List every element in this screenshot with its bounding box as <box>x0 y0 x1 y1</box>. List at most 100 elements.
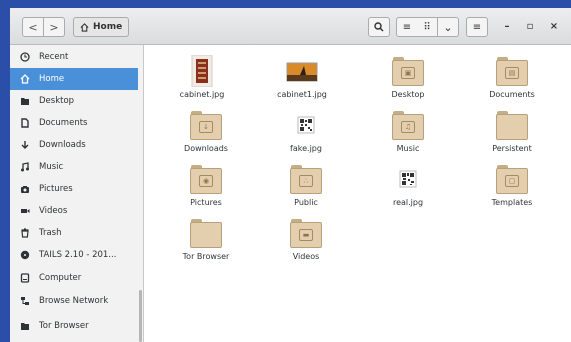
chevron-down-icon: ⌄ <box>443 20 453 34</box>
sidebar-item-label: Recent <box>39 52 69 62</box>
header-bar: < > Home ≡ ⠿ ⌄ ≡ – ▫ × <box>10 8 571 45</box>
navigation-buttons: < > <box>22 17 65 37</box>
desktop-icon <box>19 95 31 107</box>
folder-icon: ▣ <box>392 55 424 87</box>
file-item-videos-folder[interactable]: ▬ Videos <box>256 217 356 269</box>
close-button[interactable]: × <box>547 19 561 33</box>
file-item-cabinet1-jpg[interactable]: cabinet1.jpg <box>252 55 352 107</box>
app-menu-button[interactable]: ≡ <box>466 17 488 37</box>
places-sidebar: Recent Home Desktop Documents Downloads … <box>10 45 144 342</box>
file-name: Persistent <box>492 144 532 153</box>
folder-icon: ◉ <box>190 163 222 195</box>
search-button[interactable] <box>368 17 390 37</box>
download-icon <box>19 139 31 151</box>
file-item-pictures-folder[interactable]: ◉ Pictures <box>156 163 256 215</box>
file-item-documents-folder[interactable]: ▤ Documents <box>462 55 562 107</box>
network-icon <box>19 295 31 307</box>
sidebar-item-label: Music <box>39 162 64 172</box>
qr-code-thumbnail-icon <box>290 109 322 141</box>
file-item-persistent-folder[interactable]: Persistent <box>462 109 562 161</box>
sidebar-item-label: Browse Network <box>39 296 109 306</box>
file-item-real-jpg[interactable]: real.jpg <box>358 163 458 215</box>
hamburger-menu-icon: ≡ <box>472 21 482 33</box>
sidebar-item-pictures[interactable]: Pictures <box>10 178 138 200</box>
sidebar-item-label: Videos <box>39 206 68 216</box>
sidebar-item-label: Downloads <box>39 140 86 150</box>
back-button[interactable]: < <box>22 17 44 37</box>
sidebar-item-videos[interactable]: Videos <box>10 200 138 222</box>
image-thumbnail-icon <box>286 55 318 87</box>
folder-icon: ♫ <box>392 109 424 141</box>
folder-icon: ▤ <box>496 55 528 87</box>
sidebar-item-label: Trash <box>39 228 62 238</box>
folder-icon: ▢ <box>496 163 528 195</box>
file-item-desktop-folder[interactable]: ▣ Desktop <box>358 55 458 107</box>
sidebar-item-downloads[interactable]: Downloads <box>10 134 138 156</box>
file-name: Downloads <box>184 144 228 153</box>
file-item-templates-folder[interactable]: ▢ Templates <box>462 163 562 215</box>
file-name: Videos <box>292 252 320 261</box>
file-name: Templates <box>491 198 533 207</box>
search-icon <box>374 22 384 32</box>
file-item-downloads-folder[interactable]: ↓ Downloads <box>156 109 256 161</box>
sidebar-scrollbar[interactable] <box>139 290 142 342</box>
file-name: Public <box>294 198 318 207</box>
sidebar-item-label: Documents <box>39 118 88 128</box>
video-icon <box>19 205 31 217</box>
camera-icon <box>19 183 31 195</box>
file-item-public-folder[interactable]: ∴ Public <box>256 163 356 215</box>
file-item-music-folder[interactable]: ♫ Music <box>358 109 458 161</box>
home-icon <box>80 22 89 32</box>
sidebar-item-trash[interactable]: Trash <box>10 222 138 244</box>
trash-icon <box>19 227 31 239</box>
file-grid: cabinet.jpg cabinet1.jpg ▣ Desktop ▤ Doc… <box>144 45 571 342</box>
grid-view-button[interactable]: ⠿ <box>417 17 438 37</box>
sidebar-item-recent[interactable]: Recent <box>10 46 138 68</box>
sidebar-item-documents[interactable]: Documents <box>10 112 138 134</box>
file-item-cabinet-jpg[interactable]: cabinet.jpg <box>152 54 252 107</box>
file-item-fake-jpg[interactable]: fake.jpg <box>256 109 356 161</box>
folder-icon <box>190 217 222 249</box>
view-options-button[interactable]: ⌄ <box>438 17 459 37</box>
image-thumbnail-icon <box>186 54 218 88</box>
clock-icon <box>19 51 31 63</box>
file-name: Music <box>396 144 420 153</box>
sidebar-item-label: Desktop <box>39 96 75 106</box>
location-label: Home <box>93 22 123 32</box>
file-name: Tor Browser <box>182 252 230 261</box>
minimize-button[interactable]: – <box>500 19 514 33</box>
file-manager-window: < > Home ≡ ⠿ ⌄ ≡ – ▫ × Recent Home Deskt… <box>10 8 571 342</box>
sidebar-item-label: TAILS 2.10 - 201... <box>39 250 117 260</box>
file-name: Desktop <box>391 90 425 99</box>
sidebar-item-tails[interactable]: TAILS 2.10 - 201... <box>10 244 138 266</box>
file-name: fake.jpg <box>290 144 322 153</box>
document-icon <box>19 117 31 129</box>
sidebar-item-browse-network[interactable]: Browse Network <box>10 290 138 312</box>
folder-icon <box>19 320 31 332</box>
file-name: cabinet.jpg <box>179 90 225 99</box>
list-view-button[interactable]: ≡ <box>396 17 418 37</box>
file-name: Documents <box>489 90 535 99</box>
sidebar-item-computer[interactable]: Computer <box>10 267 138 289</box>
location-button-home[interactable]: Home <box>73 17 130 37</box>
sidebar-item-label: Tor Browser <box>39 321 89 331</box>
maximize-button[interactable]: ▫ <box>523 19 537 33</box>
qr-code-thumbnail-icon <box>392 163 424 195</box>
folder-icon: ↓ <box>190 109 222 141</box>
sidebar-item-desktop[interactable]: Desktop <box>10 90 138 112</box>
file-name: cabinet1.jpg <box>277 90 327 99</box>
sidebar-item-home[interactable]: Home <box>10 68 138 90</box>
sidebar-item-tor-browser[interactable]: Tor Browser <box>10 315 138 337</box>
sidebar-item-label: Pictures <box>39 184 73 194</box>
file-name: Pictures <box>190 198 222 207</box>
file-name: real.jpg <box>392 198 424 207</box>
folder-icon: ∴ <box>290 163 322 195</box>
file-item-tor-browser-folder[interactable]: Tor Browser <box>156 217 256 269</box>
drive-icon <box>19 272 31 284</box>
sidebar-item-label: Computer <box>39 273 82 283</box>
sidebar-item-label: Home <box>39 74 65 84</box>
forward-button[interactable]: > <box>44 17 65 37</box>
sidebar-item-music[interactable]: Music <box>10 156 138 178</box>
disc-icon <box>19 249 31 261</box>
music-icon <box>19 161 31 173</box>
